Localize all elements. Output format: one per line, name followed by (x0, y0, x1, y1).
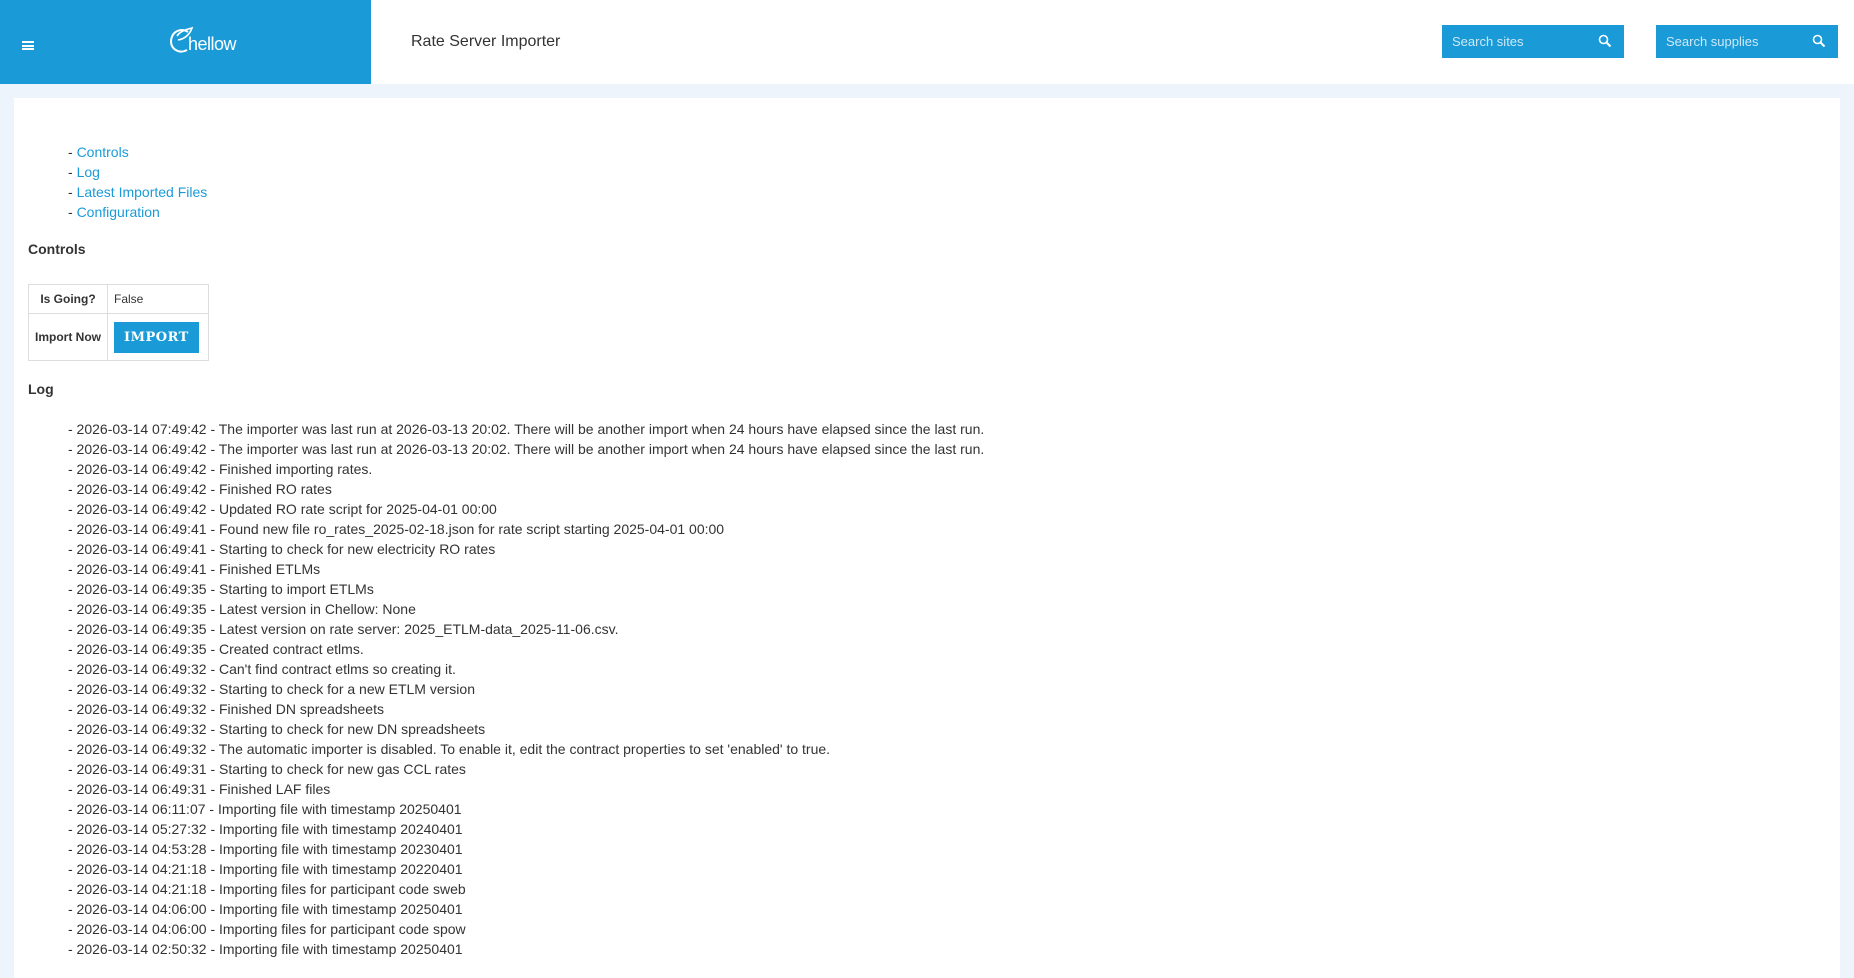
controls-heading: Controls (28, 241, 86, 257)
toc-item: - Log (68, 164, 100, 180)
chellow-logo[interactable]: hellow (168, 26, 237, 56)
log-entry: - 2026-03-14 06:49:35 - Created contract… (68, 641, 364, 657)
search-sites-input[interactable] (1442, 33, 1594, 50)
search-sites-icon[interactable] (1598, 34, 1612, 48)
toc-link-log[interactable]: Log (77, 164, 100, 180)
log-entry: - 2026-03-14 06:49:35 - Latest version i… (68, 601, 416, 617)
log-entry: - 2026-03-14 04:06:00 - Importing files … (68, 921, 466, 937)
log-entry: - 2026-03-14 06:49:32 - Starting to chec… (68, 721, 486, 737)
log-entry: - 2026-03-14 06:11:07 - Importing file w… (68, 801, 462, 817)
log-entry: - 2026-03-14 06:49:41 - Finished ETLMs (68, 561, 321, 577)
main-content: - Controls - Log - Latest Imported Files… (14, 98, 1840, 978)
top-bar: hellow Rate Server Importer (0, 0, 1854, 84)
log-entry: - 2026-03-14 04:06:00 - Importing file w… (68, 901, 463, 917)
log-entry: - 2026-03-14 06:49:41 - Found new file r… (68, 521, 725, 537)
log-entry: - 2026-03-14 02:50:32 - Importing file w… (68, 941, 463, 957)
log-entry: - 2026-03-14 04:53:28 - Importing file w… (68, 841, 463, 857)
log-entry: - 2026-03-14 06:49:41 - Starting to chec… (68, 541, 496, 557)
hamburger-menu-icon[interactable] (22, 41, 34, 50)
is-going-label: Is Going? (28, 284, 108, 314)
log-entry: - 2026-03-14 06:49:42 - Finished importi… (68, 461, 373, 477)
log-entry: - 2026-03-14 04:21:18 - Importing file w… (68, 861, 463, 877)
log-entry: - 2026-03-14 06:49:31 - Finished LAF fil… (68, 781, 331, 797)
log-entry: - 2026-03-14 06:49:42 - The importer was… (68, 441, 985, 457)
search-sites-box (1442, 25, 1624, 58)
log-entry: - 2026-03-14 06:49:42 - Finished RO rate… (68, 481, 332, 497)
log-entry: - 2026-03-14 06:49:42 - Updated RO rate … (68, 501, 497, 517)
logo-text: hellow (188, 33, 237, 54)
log-entry: - 2026-03-14 06:49:32 - Starting to chec… (68, 681, 475, 697)
import-button[interactable]: IMPORT (114, 321, 199, 353)
log-entry: - 2026-03-14 05:27:32 - Importing file w… (68, 821, 463, 837)
table-row: Import Now IMPORT (28, 313, 209, 361)
brand-panel: hellow (0, 0, 371, 84)
log-list: - 2026-03-14 07:49:42 - The importer was… (68, 419, 984, 959)
toc-item: - Controls (68, 144, 129, 160)
toc-item: - Configuration (68, 204, 160, 220)
is-going-value: False (107, 284, 209, 314)
search-supplies-input[interactable] (1656, 33, 1808, 50)
toc-item: - Latest Imported Files (68, 184, 208, 200)
controls-table: Is Going? False Import Now IMPORT (28, 284, 209, 361)
import-now-cell: IMPORT (107, 313, 209, 361)
log-entry: - 2026-03-14 06:49:35 - Starting to impo… (68, 581, 374, 597)
table-of-contents: - Controls - Log - Latest Imported Files… (68, 142, 207, 222)
log-entry: - 2026-03-14 04:21:18 - Importing files … (68, 881, 466, 897)
table-row: Is Going? False (28, 284, 209, 314)
page-title: Rate Server Importer (411, 33, 561, 50)
log-entry: - 2026-03-14 06:49:32 - Can't find contr… (68, 661, 456, 677)
toc-link-latest-imported-files[interactable]: Latest Imported Files (77, 184, 208, 200)
search-supplies-icon[interactable] (1812, 34, 1826, 48)
search-supplies-box (1656, 25, 1838, 58)
log-entry: - 2026-03-14 07:49:42 - The importer was… (68, 421, 985, 437)
log-entry: - 2026-03-14 06:49:35 - Latest version o… (68, 621, 619, 637)
import-now-label: Import Now (28, 313, 108, 361)
log-entry: - 2026-03-14 06:49:31 - Starting to chec… (68, 761, 466, 777)
toc-link-controls[interactable]: Controls (77, 144, 129, 160)
log-entry: - 2026-03-14 06:49:32 - The automatic im… (68, 741, 831, 757)
log-heading: Log (28, 381, 54, 397)
toc-link-configuration[interactable]: Configuration (77, 204, 160, 220)
log-entry: - 2026-03-14 06:49:32 - Finished DN spre… (68, 701, 384, 717)
